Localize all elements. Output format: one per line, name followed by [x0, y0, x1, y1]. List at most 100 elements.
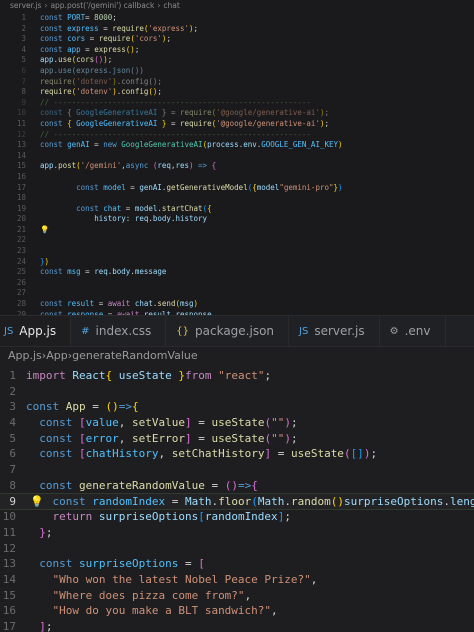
- top-editor-pane: server.js › app.post('/gemini') callback › c…: [0, 0, 474, 316]
- code-line[interactable]: 12 // -----------------------------------…: [0, 130, 474, 141]
- code-line[interactable]: 9 💡 const randomIndex = Math.floor(Math.r…: [0, 492, 474, 511]
- code-token: ,: [310, 572, 318, 586]
- code-token: useState: [211, 416, 265, 430]
- code-line[interactable]: 20 history: req.body.history: [0, 214, 474, 225]
- code-token: ): [193, 299, 199, 309]
- code-line[interactable]: 4 const [value, setValue] = useState("")…: [0, 415, 474, 431]
- code-line[interactable]: 4 const app = express();: [0, 45, 474, 56]
- code-line[interactable]: 13 const genAI = new GoogleGenerativeAI(p…: [0, 140, 474, 151]
- code-line[interactable]: 25 const msg = req.body.message: [0, 267, 474, 278]
- code-line[interactable]: 15 "Where does pizza come from?",: [0, 588, 474, 604]
- tab-label: .env: [404, 324, 431, 338]
- code-line[interactable]: 11 };: [0, 525, 474, 541]
- code-line[interactable]: 21 💡: [0, 225, 474, 236]
- tab-server-js[interactable]: JS server.js: [289, 316, 380, 346]
- code-token: Math: [257, 494, 285, 508]
- code-line[interactable]: 8 const generateRandomValue = ()=>{: [0, 478, 474, 494]
- code-token: chat: [134, 299, 153, 309]
- code-token: const: [40, 13, 68, 22]
- line-number: 23: [16, 246, 26, 256]
- lightbulb-icon[interactable]: 💡: [40, 225, 49, 236]
- code-token: =>: [118, 400, 132, 414]
- code-token: ;: [370, 447, 378, 461]
- code-line[interactable]: 8 require('dotenv').config();: [0, 87, 474, 98]
- code-line[interactable]: 15 app.post('/gemini',async (req,res) => …: [0, 161, 474, 172]
- code-line[interactable]: 7 require('dotenv').config();: [0, 77, 474, 88]
- code-line[interactable]: 23: [0, 246, 474, 257]
- code-token: (): [94, 55, 104, 65]
- code-token: error: [85, 431, 119, 445]
- tab-app-js[interactable]: JS App.js: [0, 316, 72, 346]
- code-token: model: [134, 203, 158, 213]
- code-line[interactable]: 18: [0, 193, 474, 204]
- line-number: 9: [9, 494, 16, 508]
- line-number: 5: [21, 55, 26, 65]
- code-token: GOOGLE_GEN_AI_KEY: [261, 140, 339, 150]
- code-line[interactable]: 1 import React{ useState }from "react";: [0, 368, 474, 384]
- code-line[interactable]: 12: [0, 541, 474, 557]
- code-line[interactable]: 19 const chat = model.startChat({: [0, 204, 474, 215]
- bottom-code-area[interactable]: 1 import React{ useState }from "react"; 2 3…: [0, 368, 474, 632]
- tab-package-json[interactable]: {} package.json: [166, 316, 290, 346]
- tab-index-css[interactable]: # index.css: [71, 316, 167, 346]
- code-line[interactable]: 17 ];: [0, 619, 474, 632]
- code-line[interactable]: 6 app.use(express.json()): [0, 66, 474, 77]
- code-line[interactable]: 1 const PORT= 8000;: [0, 13, 474, 24]
- code-line[interactable]: 3 const cors = require('cors');: [0, 34, 474, 45]
- code-token: const: [39, 431, 79, 445]
- breadcrumb-item[interactable]: app.post('/gemini') callback: [50, 1, 154, 10]
- breadcrumb-item[interactable]: chat: [163, 1, 179, 10]
- code-token: =: [80, 267, 95, 277]
- code-line[interactable]: 28 const result = await chat.send(msg): [0, 299, 474, 310]
- code-line[interactable]: 24}): [0, 257, 474, 268]
- code-line[interactable]: 27: [0, 288, 474, 299]
- code-token: ]: [184, 431, 192, 445]
- code-line[interactable]: 14: [0, 151, 474, 162]
- breadcrumb-item[interactable]: server.js: [10, 1, 41, 10]
- code-line[interactable]: 6 const [chatHistory, setChatHistory] = …: [0, 446, 474, 462]
- code-line[interactable]: 26: [0, 278, 474, 289]
- code-line[interactable]: 9 // ------------------------------------…: [0, 98, 474, 109]
- code-token: =>: [237, 478, 252, 492]
- code-line[interactable]: 11 const { GoogleGenerativeAI } = require…: [0, 119, 474, 130]
- breadcrumb-item[interactable]: App.js: [8, 349, 42, 362]
- top-breadcrumb: server.js › app.post('/gemini') callback › c…: [0, 0, 474, 12]
- line-number: 9: [21, 97, 26, 107]
- code-token: =: [98, 23, 113, 33]
- code-line[interactable]: 14 "Who won the latest Nobel Peace Prize…: [0, 572, 474, 588]
- code-token: [: [79, 447, 86, 461]
- line-number: 8: [21, 87, 26, 97]
- code-line[interactable]: 2 const express = require('express');: [0, 24, 474, 35]
- code-token: (): [105, 400, 119, 414]
- top-code-area[interactable]: 1 const PORT = 8000; 2 const express = requi…: [0, 13, 474, 316]
- code-line[interactable]: 5 const [error, setError] = useState("")…: [0, 431, 474, 447]
- code-line[interactable]: 5 app.use(cors());: [0, 55, 474, 66]
- code-token: GoogleGenerativeAI: [76, 108, 158, 118]
- code-line[interactable]: 10 return surpriseOptions[randomIndex];: [0, 509, 474, 525]
- breadcrumb-item[interactable]: App: [46, 349, 68, 362]
- breadcrumb-item[interactable]: generateRandomValue: [72, 349, 198, 362]
- code-line[interactable]: 17 const model = genAI.getGenerativeMode…: [0, 183, 474, 194]
- code-line[interactable]: 16: [0, 172, 474, 183]
- line-number: 19: [16, 203, 26, 213]
- code-token: config: [121, 87, 149, 97]
- code-line[interactable]: 10 const { GoogleGenerativeAI } = require…: [0, 108, 474, 119]
- code-token: (: [343, 447, 351, 461]
- code-line[interactable]: 3 const App = ()=>{: [0, 399, 474, 415]
- bottom-editor-pane: JS App.js # index.css {} package.json JS server…: [0, 316, 474, 632]
- lightbulb-icon[interactable]: 💡: [30, 494, 44, 510]
- code-line[interactable]: 2: [0, 384, 474, 400]
- line-number: 3: [21, 34, 26, 44]
- code-token: const: [39, 557, 79, 571]
- code-line[interactable]: 22: [0, 235, 474, 246]
- code-line[interactable]: 16 "How do you make a BLT sandwich?",: [0, 603, 474, 619]
- tab--env[interactable]: ⚙ .env: [380, 316, 446, 346]
- code-token: [: [198, 557, 205, 571]
- code-line[interactable]: 7: [0, 462, 474, 478]
- code-line[interactable]: 13 const surpriseOptions = [: [0, 556, 474, 572]
